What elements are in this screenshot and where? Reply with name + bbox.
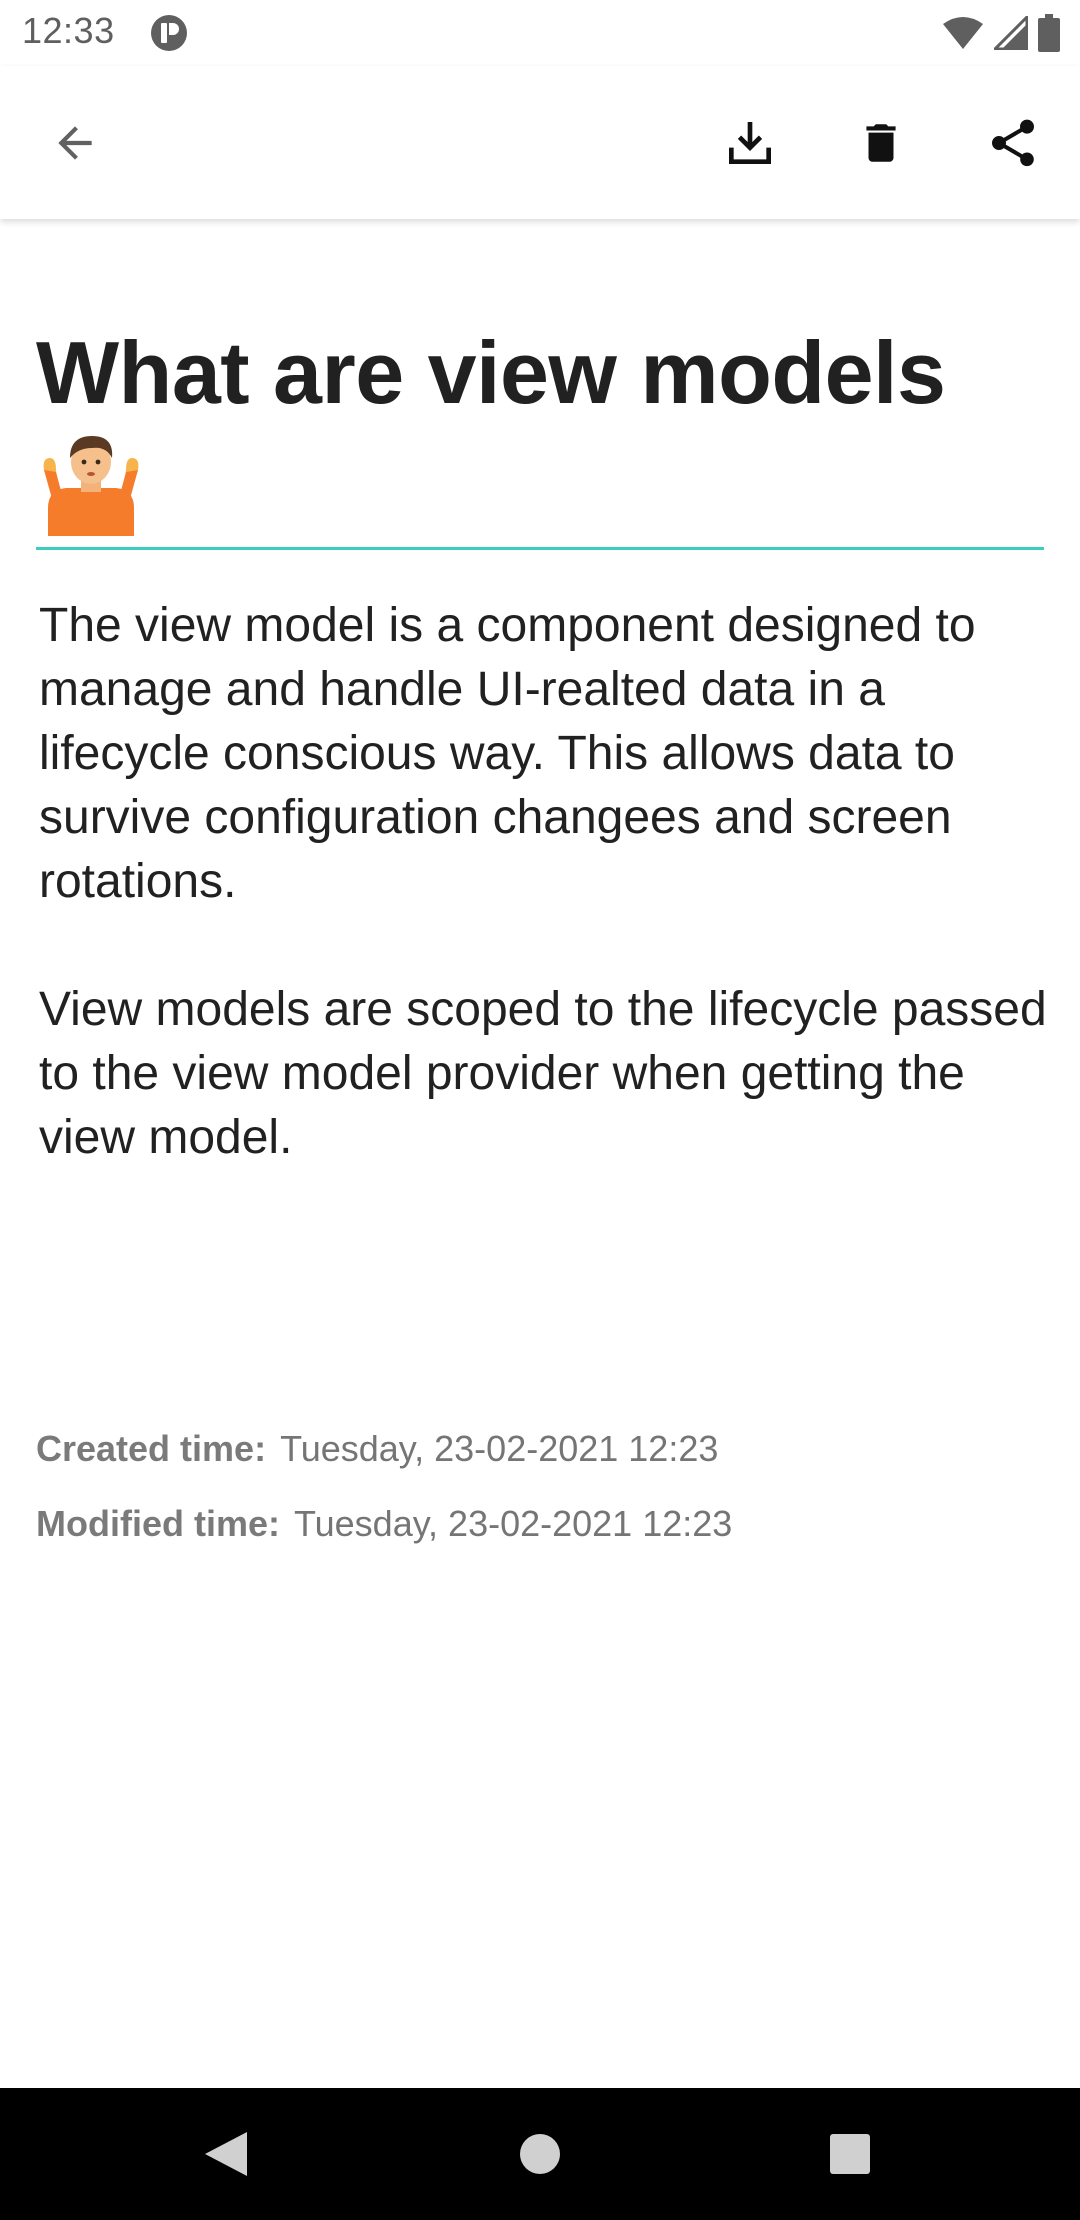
modified-time-label: Modified time: — [36, 1503, 280, 1544]
title-underline — [36, 547, 1044, 550]
note-body[interactable]: The view model is a component designed t… — [39, 594, 1059, 1170]
status-icons — [942, 14, 1060, 52]
system-navigation-bar — [0, 2088, 1080, 2220]
note-title[interactable]: What are view models — [36, 318, 1046, 538]
note-detail-screen: 12:33 What are view models The view mode… — [0, 0, 1080, 2220]
modified-time-row: Modified time: Tuesday, 23-02-2021 12:23 — [36, 1503, 732, 1545]
status-time: 12:33 — [22, 10, 115, 51]
battery-icon — [1038, 14, 1060, 52]
nav-recents-button[interactable] — [818, 2122, 882, 2186]
top-app-bar — [0, 66, 1080, 219]
wifi-icon — [943, 17, 983, 49]
delete-icon — [866, 124, 896, 162]
nav-home-icon — [520, 2134, 560, 2174]
person-shrugging-emoji — [43, 436, 139, 536]
back-arrow-icon — [58, 126, 92, 160]
created-time-label: Created time: — [36, 1428, 267, 1469]
nav-recents-icon — [830, 2134, 870, 2174]
created-time-row: Created time: Tuesday, 23-02-2021 12:23 — [36, 1428, 718, 1470]
nav-back-button[interactable] — [194, 2122, 258, 2186]
share-button[interactable] — [978, 108, 1048, 178]
download-button[interactable] — [715, 108, 785, 178]
back-button[interactable] — [40, 108, 110, 178]
cell-signal-icon — [994, 16, 1028, 50]
share-icon — [992, 119, 1034, 167]
nav-home-button[interactable] — [508, 2122, 572, 2186]
app-notification-icon — [151, 15, 187, 51]
created-time-value: Tuesday, 23-02-2021 12:23 — [280, 1428, 719, 1469]
delete-button[interactable] — [846, 108, 916, 178]
note-title-text: What are view models — [36, 323, 946, 422]
nav-back-icon — [205, 2132, 247, 2176]
modified-time-value: Tuesday, 23-02-2021 12:23 — [293, 1503, 733, 1544]
download-icon — [729, 122, 771, 164]
status-bar: 12:33 — [0, 0, 1080, 66]
